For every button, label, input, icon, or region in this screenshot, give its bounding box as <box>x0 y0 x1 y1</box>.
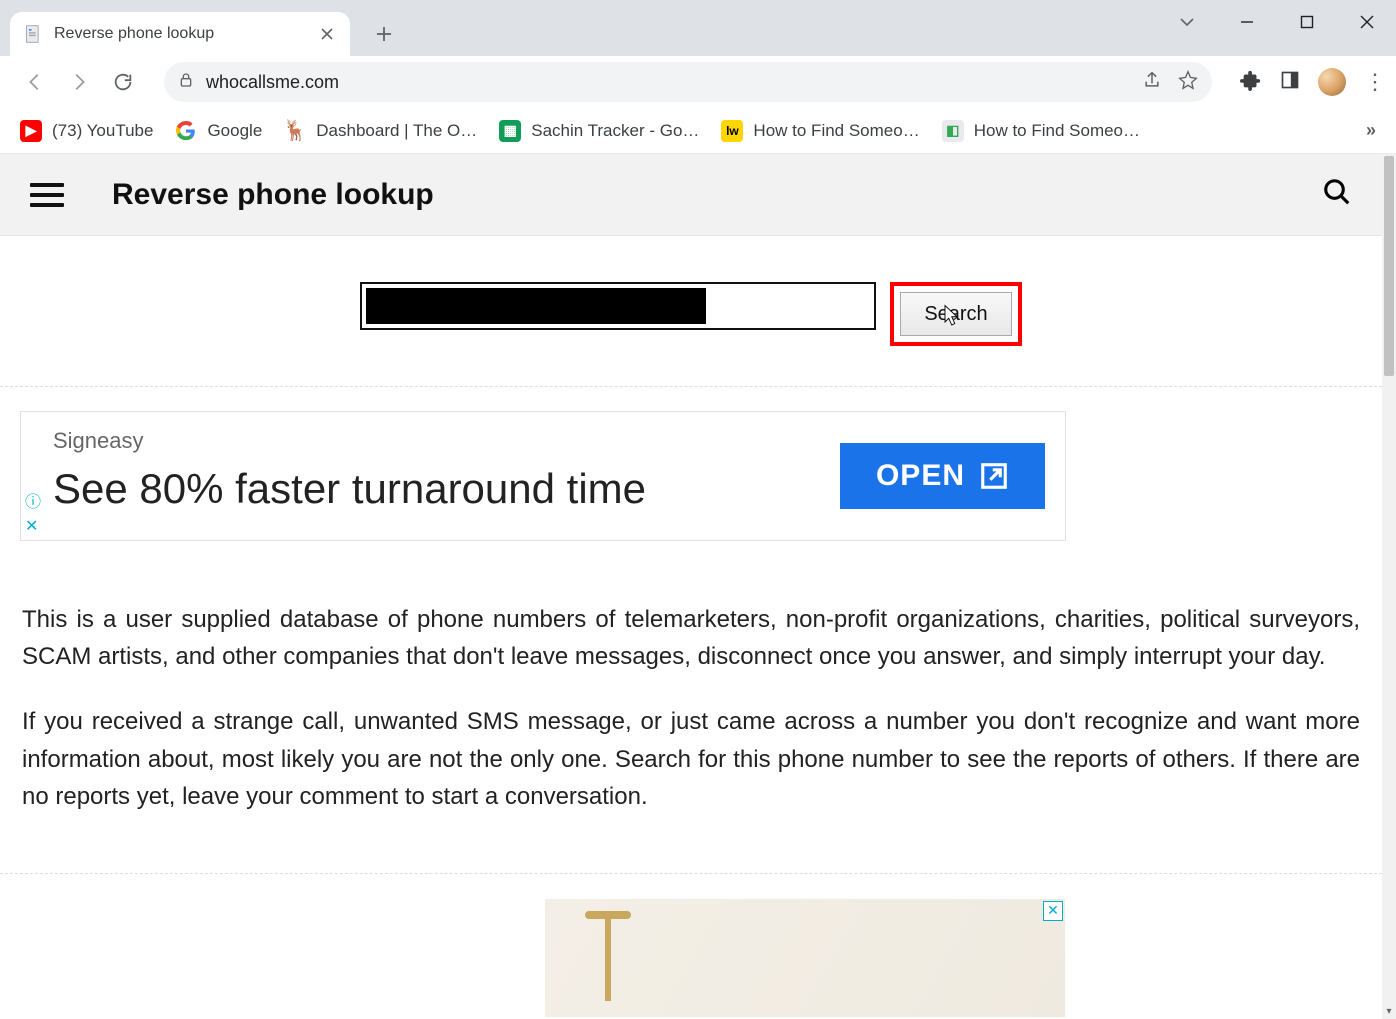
page-title: Reverse phone lookup <box>112 178 434 212</box>
bookmark-label: How to Find Someo… <box>974 121 1140 141</box>
bookmark-label: How to Find Someo… <box>753 121 919 141</box>
window-titlebar: Reverse phone lookup <box>0 0 1396 56</box>
tab-title: Reverse phone lookup <box>54 25 308 43</box>
browser-tab[interactable]: Reverse phone lookup <box>10 12 350 56</box>
ad-banner[interactable]: ⓘ✕ Signeasy See 80% faster turnaround ti… <box>20 411 1066 541</box>
site-header: Reverse phone lookup <box>0 154 1382 236</box>
search-button[interactable]: Search <box>900 292 1012 336</box>
search-area: Search <box>0 236 1382 387</box>
sheets-icon: ▦ <box>499 120 521 142</box>
extensions-icon[interactable] <box>1240 69 1262 96</box>
adchoices-icon[interactable]: ⓘ✕ <box>25 488 41 536</box>
bookmark-label: Google <box>207 121 262 141</box>
bookmark-item[interactable]: ▦ Sachin Tracker - Go… <box>499 120 699 142</box>
description-paragraph: If you received a strange call, unwanted… <box>22 703 1360 815</box>
share-icon[interactable] <box>1142 70 1162 95</box>
url-text: whocallsme.com <box>206 72 339 93</box>
ad-image <box>605 911 611 1001</box>
chrome-menu-button[interactable]: ⋮ <box>1364 69 1386 95</box>
bookmarks-bar: ▶ (73) YouTube Google 🦌 Dashboard | The O…… <box>0 108 1396 154</box>
scrollbar-thumb[interactable] <box>1384 156 1394 376</box>
bookmarks-overflow-button[interactable]: » <box>1366 120 1376 141</box>
tab-favicon <box>24 24 44 44</box>
ad-headline: See 80% faster turnaround time <box>53 465 646 513</box>
bookmark-item[interactable]: ▶ (73) YouTube <box>20 120 153 142</box>
youtube-icon: ▶ <box>20 120 42 142</box>
browser-toolbar: whocallsme.com ⋮ <box>0 56 1396 108</box>
google-icon <box>175 120 197 142</box>
bookmark-favicon: 🦌 <box>284 120 306 142</box>
bookmark-item[interactable]: ◧ How to Find Someo… <box>942 120 1140 142</box>
forward-button[interactable] <box>62 65 96 99</box>
ad-brand: Signeasy <box>53 428 144 454</box>
bookmark-favicon: lw <box>721 120 743 142</box>
lock-icon <box>178 72 194 93</box>
phone-number-input[interactable] <box>360 282 876 330</box>
bookmark-label: Sachin Tracker - Go… <box>531 121 699 141</box>
bookmark-favicon: ◧ <box>942 120 964 142</box>
bookmark-label: (73) YouTube <box>52 121 153 141</box>
ad-cta-label: OPEN <box>876 459 965 493</box>
search-button-highlight: Search <box>890 282 1022 346</box>
window-minimize-button[interactable] <box>1224 2 1270 42</box>
ad-close-button[interactable]: ✕ <box>1043 901 1063 921</box>
description-section: This is a user supplied database of phon… <box>0 541 1382 874</box>
ad-open-button[interactable]: OPEN <box>840 443 1045 509</box>
sidepanel-icon[interactable] <box>1280 70 1300 95</box>
page-viewport: Reverse phone lookup Search ⓘ✕ Signeasy … <box>0 154 1382 1019</box>
bookmark-star-icon[interactable] <box>1178 70 1198 95</box>
reload-button[interactable] <box>106 65 140 99</box>
hamburger-menu-button[interactable] <box>30 178 64 212</box>
address-bar[interactable]: whocallsme.com <box>164 62 1212 102</box>
header-search-button[interactable] <box>1322 177 1352 212</box>
vertical-scrollbar[interactable]: ▴ ▾ <box>1382 154 1396 1019</box>
tab-close-button[interactable] <box>318 25 336 43</box>
scroll-down-button[interactable]: ▾ <box>1382 1003 1396 1019</box>
bookmark-item[interactable]: lw How to Find Someo… <box>721 120 919 142</box>
new-tab-button[interactable] <box>368 18 400 50</box>
bookmark-item[interactable]: Google <box>175 120 262 142</box>
redacted-value <box>366 288 706 324</box>
window-maximize-button[interactable] <box>1284 2 1330 42</box>
back-button[interactable] <box>18 65 52 99</box>
window-controls <box>1164 2 1390 42</box>
bookmark-item[interactable]: 🦌 Dashboard | The O… <box>284 120 477 142</box>
tab-search-button[interactable] <box>1164 2 1210 42</box>
window-close-button[interactable] <box>1344 2 1390 42</box>
description-paragraph: This is a user supplied database of phon… <box>22 601 1360 675</box>
profile-avatar[interactable] <box>1318 68 1346 96</box>
bookmark-label: Dashboard | The O… <box>316 121 477 141</box>
ad-banner-2[interactable]: ✕ <box>20 898 1066 1018</box>
